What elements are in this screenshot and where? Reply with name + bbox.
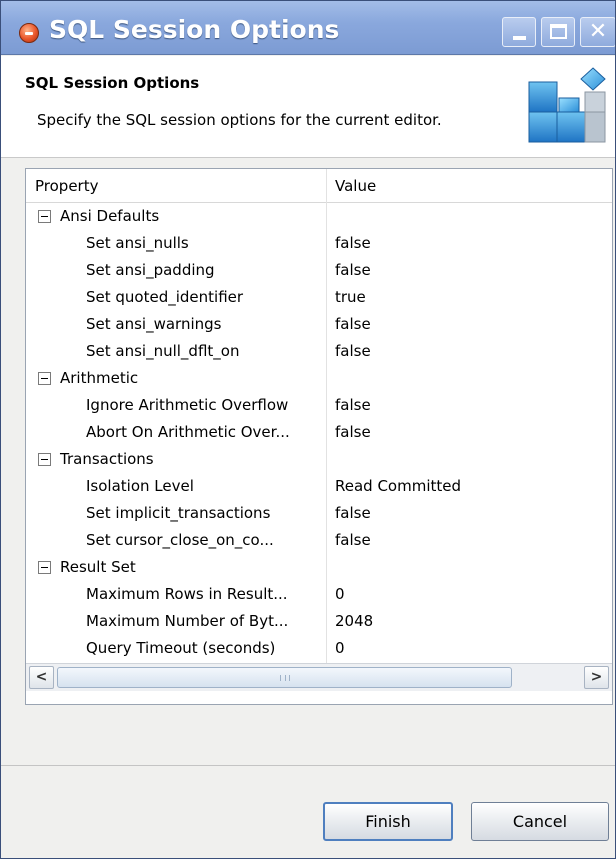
group-label: Result Set xyxy=(60,558,136,576)
collapse-icon[interactable] xyxy=(38,453,51,466)
table-row[interactable]: Isolation Level Read Committed xyxy=(26,473,612,500)
group-label: Arithmetic xyxy=(60,369,139,387)
property-name: Ignore Arithmetic Overflow xyxy=(86,396,289,414)
property-name: Set ansi_nulls xyxy=(86,234,189,252)
table-row[interactable]: Set ansi_warnings false xyxy=(26,311,612,338)
table-row[interactable]: Abort On Arithmetic Over... false xyxy=(26,419,612,446)
window-title: SQL Session Options xyxy=(49,15,340,44)
property-name: Set ansi_warnings xyxy=(86,315,222,333)
table-row[interactable]: Maximum Rows in Result... 0 xyxy=(26,581,612,608)
wizard-header: SQL Session Options Specify the SQL sess… xyxy=(1,56,615,158)
property-name: Set cursor_close_on_co... xyxy=(86,531,274,549)
chevron-right-icon: > xyxy=(590,669,603,685)
close-button[interactable]: ✕ xyxy=(580,17,615,47)
column-header-property[interactable]: Property xyxy=(35,177,98,195)
cancel-button[interactable]: Cancel xyxy=(471,802,609,841)
property-name: Query Timeout (seconds) xyxy=(86,639,276,657)
table-row[interactable]: Set ansi_padding false xyxy=(26,257,612,284)
table-row[interactable]: Set quoted_identifier true xyxy=(26,284,612,311)
app-icon xyxy=(19,23,39,43)
scroll-left-button[interactable]: < xyxy=(29,666,54,689)
property-table[interactable]: Property Value Ansi Defaults Set ansi_nu… xyxy=(25,168,613,705)
property-name: Set quoted_identifier xyxy=(86,288,244,306)
column-header-value[interactable]: Value xyxy=(335,177,376,195)
property-name: Maximum Rows in Result... xyxy=(86,585,288,603)
scroll-right-button[interactable]: > xyxy=(584,666,609,689)
table-row[interactable]: Set ansi_null_dflt_on false xyxy=(26,338,612,365)
property-value[interactable]: false xyxy=(335,234,371,252)
table-row[interactable]: Set implicit_transactions false xyxy=(26,500,612,527)
grip-icon xyxy=(280,675,290,681)
finish-button[interactable]: Finish xyxy=(323,802,453,841)
property-name: Isolation Level xyxy=(86,477,194,495)
table-row[interactable]: Set cursor_close_on_co... false xyxy=(26,527,612,554)
database-cubes-icon xyxy=(528,67,606,143)
title-bar[interactable]: SQL Session Options ✕ xyxy=(1,1,615,55)
property-name: Set ansi_null_dflt_on xyxy=(86,342,240,360)
property-value[interactable]: false xyxy=(335,342,371,360)
property-name: Set ansi_padding xyxy=(86,261,215,279)
maximize-icon xyxy=(550,24,567,39)
property-value[interactable]: false xyxy=(335,423,371,441)
minimize-button[interactable] xyxy=(502,17,536,47)
table-header: Property Value xyxy=(26,169,612,203)
table-row[interactable]: Maximum Number of Byt... 2048 xyxy=(26,608,612,635)
property-value[interactable]: 0 xyxy=(335,585,345,603)
collapse-icon[interactable] xyxy=(38,561,51,574)
dialog-window: SQL Session Options ✕ SQL Session Option… xyxy=(0,0,616,859)
property-value[interactable]: 0 xyxy=(335,639,345,657)
property-name: Maximum Number of Byt... xyxy=(86,612,289,630)
group-row-result-set[interactable]: Result Set xyxy=(26,554,612,581)
page-description: Specify the SQL session options for the … xyxy=(37,111,442,129)
group-row-transactions[interactable]: Transactions xyxy=(26,446,612,473)
property-value[interactable]: 2048 xyxy=(335,612,373,630)
property-value[interactable]: false xyxy=(335,315,371,333)
group-row-arithmetic[interactable]: Arithmetic xyxy=(26,365,612,392)
collapse-icon[interactable] xyxy=(38,210,51,223)
maximize-button[interactable] xyxy=(541,17,575,47)
property-value[interactable]: false xyxy=(335,396,371,414)
table-row[interactable]: Query Timeout (seconds) 0 xyxy=(26,635,612,662)
chevron-left-icon: < xyxy=(35,669,48,685)
scrollbar-thumb[interactable] xyxy=(57,667,512,688)
property-value[interactable]: false xyxy=(335,261,371,279)
property-value[interactable]: false xyxy=(335,504,371,522)
collapse-icon[interactable] xyxy=(38,372,51,385)
property-value[interactable]: false xyxy=(335,531,371,549)
property-value[interactable]: true xyxy=(335,288,366,306)
group-label: Ansi Defaults xyxy=(60,207,160,225)
table-row[interactable]: Ignore Arithmetic Overflow false xyxy=(26,392,612,419)
group-label: Transactions xyxy=(60,450,154,468)
footer-divider xyxy=(1,765,615,766)
close-icon: ✕ xyxy=(588,19,608,44)
property-value[interactable]: Read Committed xyxy=(335,477,461,495)
minimize-icon xyxy=(513,36,526,40)
property-name: Set implicit_transactions xyxy=(86,504,271,522)
page-title: SQL Session Options xyxy=(25,74,200,92)
group-row-ansi-defaults[interactable]: Ansi Defaults xyxy=(26,203,612,230)
property-name: Abort On Arithmetic Over... xyxy=(86,423,290,441)
table-row[interactable]: Set ansi_nulls false xyxy=(26,230,612,257)
horizontal-scrollbar[interactable]: < > xyxy=(26,663,612,691)
